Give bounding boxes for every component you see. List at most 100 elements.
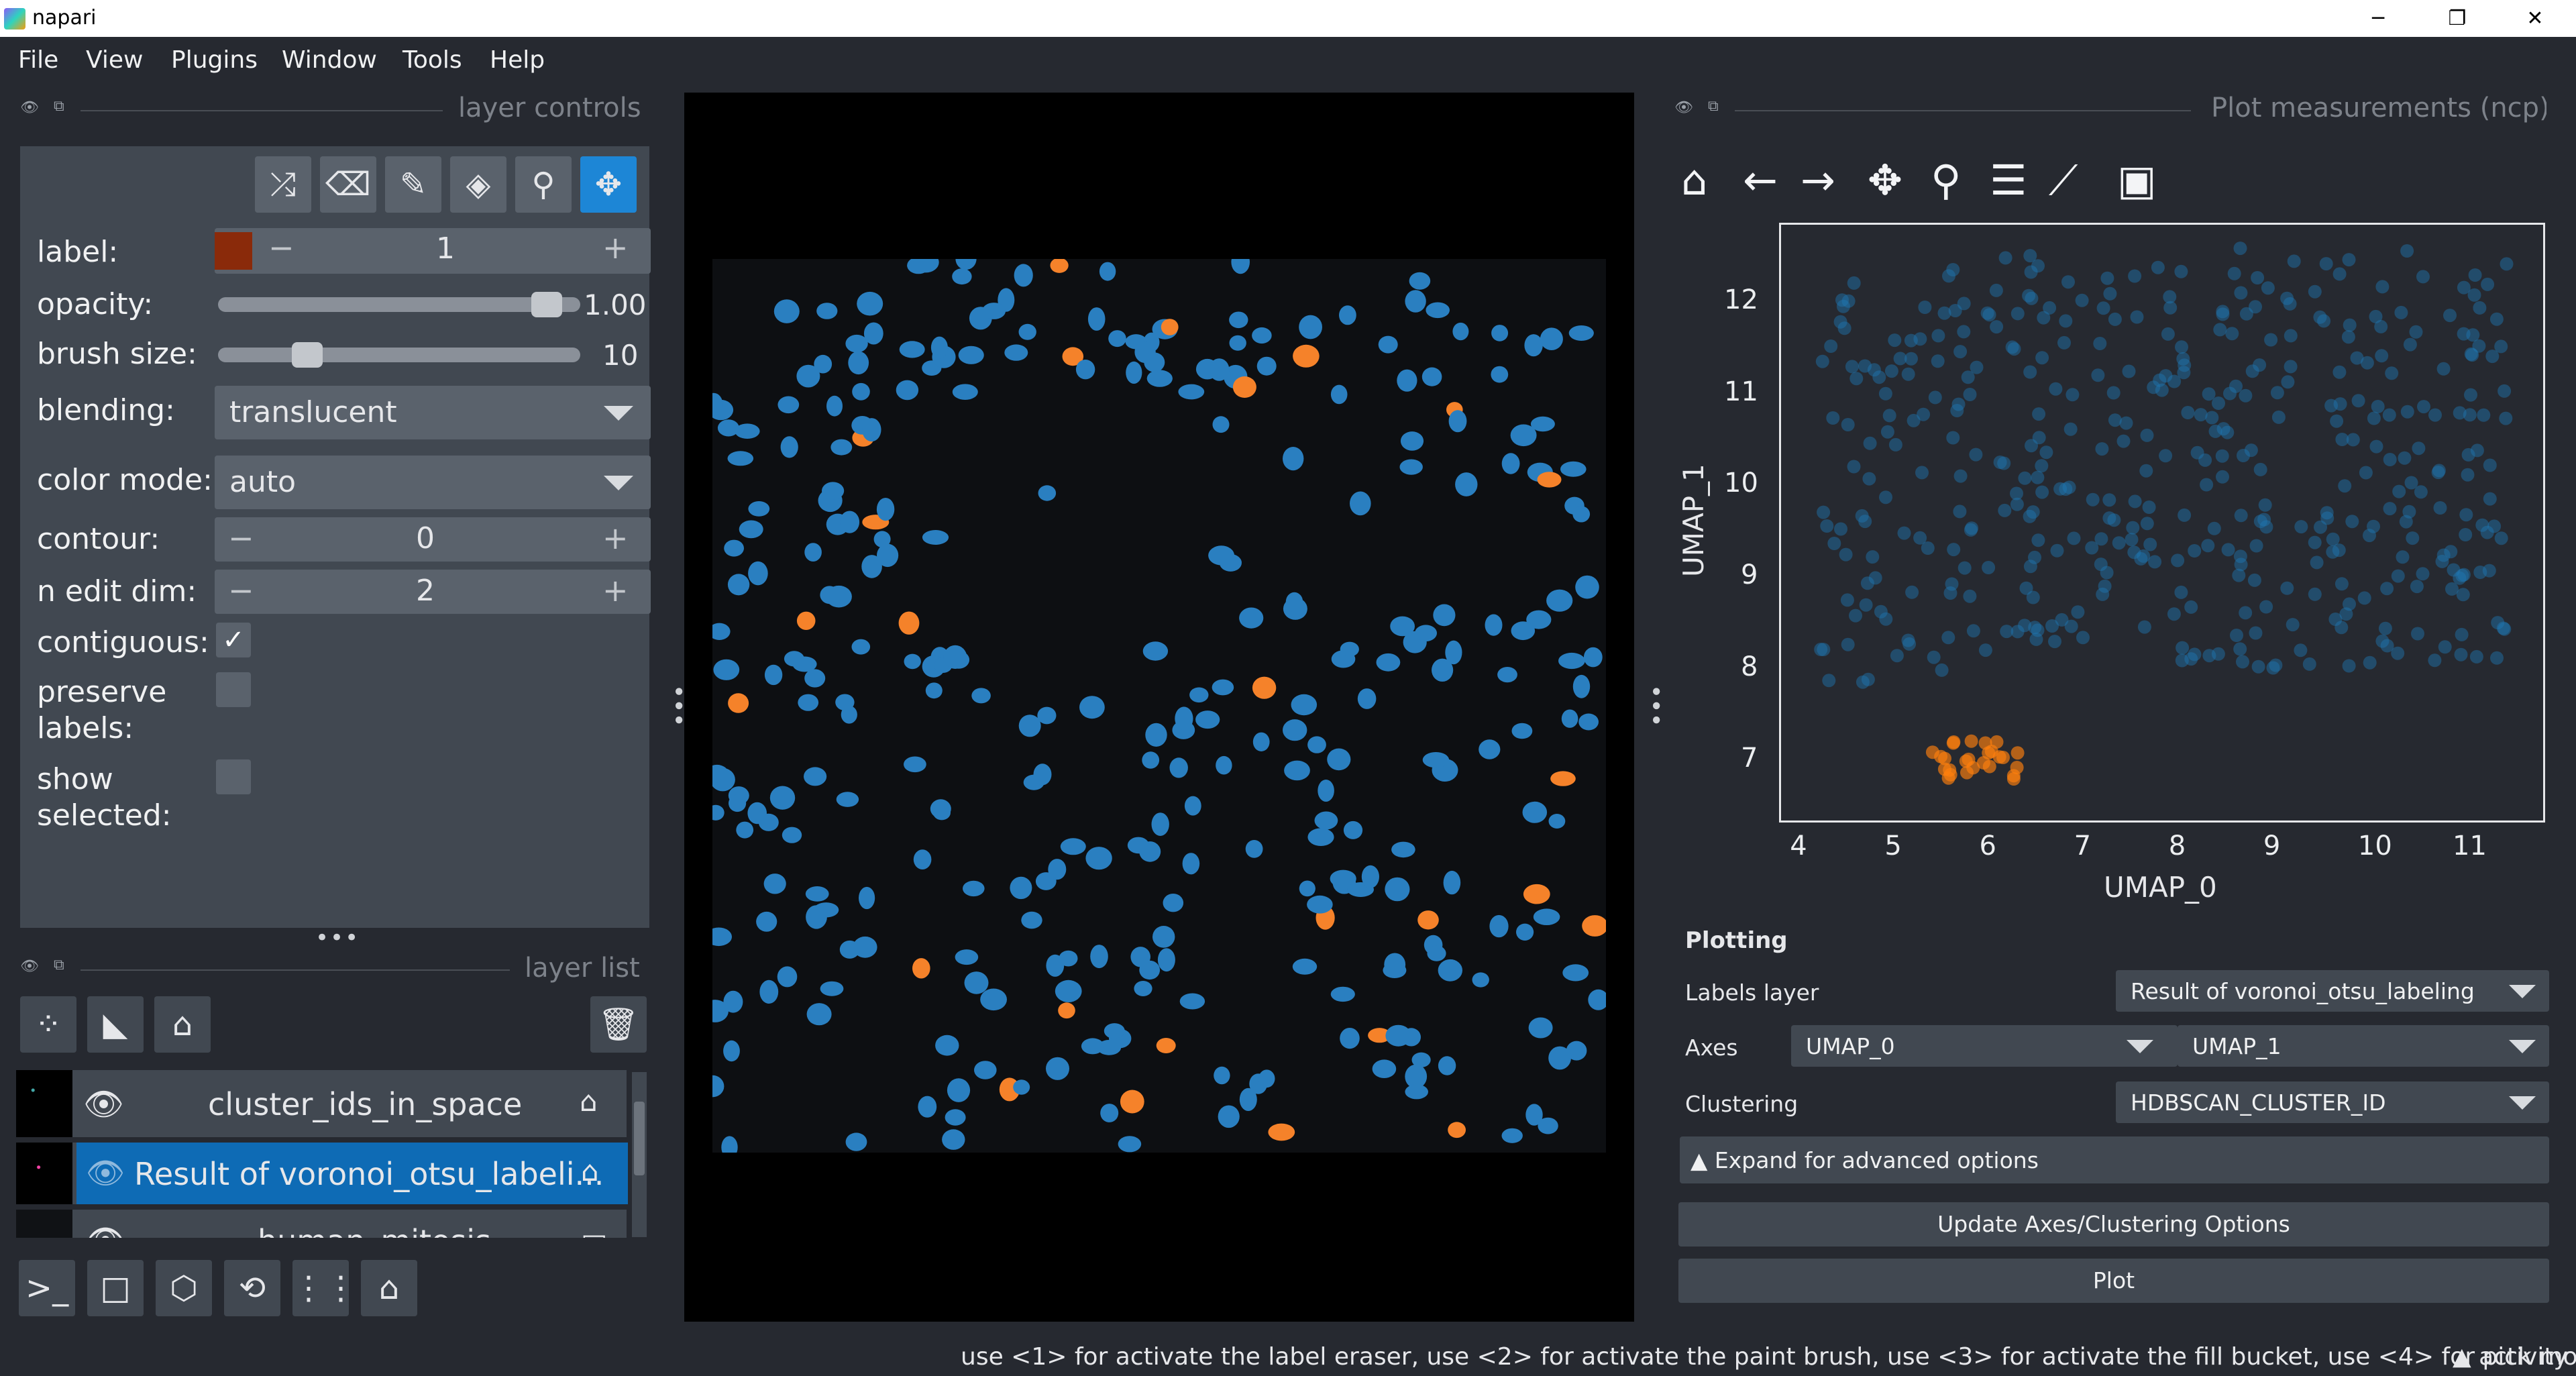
float-panel-icon[interactable]: 👁 (20, 958, 39, 975)
save-icon[interactable]: ▣ (2117, 156, 2157, 205)
layer-row-voronoi[interactable]: 👁 Result of voronoi_otsu_labeli... ⌂ (16, 1143, 628, 1204)
nucleus (748, 501, 770, 517)
panel-divider (80, 969, 510, 971)
undock-panel-icon[interactable]: ⧉ (54, 98, 64, 115)
scatter-point (2130, 310, 2144, 324)
new-points-layer-icon[interactable]: ⁘ (20, 996, 76, 1053)
grid-icon[interactable]: ⋮⋮ (292, 1260, 357, 1316)
new-labels-layer-icon[interactable]: ⌂ (154, 996, 211, 1053)
home-icon[interactable]: ⌂ (361, 1260, 417, 1316)
plot-button[interactable]: Plot (1678, 1259, 2549, 1303)
nucleus (796, 364, 820, 388)
n-edit-dim-decrement-button[interactable]: − (228, 572, 254, 608)
label-value[interactable]: 1 (436, 231, 455, 266)
scrollbar-thumb[interactable] (634, 1102, 645, 1175)
undock-panel-icon[interactable]: ⧉ (54, 957, 64, 973)
float-panel-icon[interactable]: 👁 (1674, 99, 1693, 116)
undock-panel-icon[interactable]: ⧉ (1708, 98, 1719, 115)
n-edit-dim-increment-button[interactable]: + (602, 572, 629, 608)
color-picker-icon[interactable]: ⚲ (515, 156, 572, 213)
scatter-point (1880, 425, 1894, 439)
contiguous-checkbox[interactable]: ✓ (216, 623, 251, 657)
preserve-labels-checkbox[interactable] (216, 672, 251, 707)
image-view[interactable] (701, 248, 1609, 1159)
back-arrow-icon[interactable]: ← (1743, 156, 1778, 205)
opacity-slider-track[interactable] (218, 297, 580, 312)
brush-size-slider-thumb[interactable] (292, 342, 323, 368)
label-increment-button[interactable]: + (602, 229, 629, 266)
nucleus (952, 384, 978, 400)
opacity-slider-thumb[interactable] (531, 292, 562, 317)
scatter-point (2302, 657, 2316, 671)
scatter-point (1822, 674, 1836, 688)
contour-increment-button[interactable]: + (602, 520, 629, 556)
fill-bucket-icon[interactable]: ◈ (450, 156, 506, 213)
color-mode-dropdown[interactable]: auto (215, 456, 651, 509)
napari-logo-icon (4, 8, 25, 30)
axes-edit-icon[interactable]: ⟋ (2049, 156, 2078, 205)
forward-arrow-icon[interactable]: → (1801, 156, 1835, 205)
brush-size-slider-track[interactable] (218, 348, 580, 362)
layer-row-human-mitosis[interactable]: 👁 human_mitosis ▭ (16, 1210, 627, 1238)
pan-zoom-icon[interactable]: ✥ (580, 156, 637, 213)
labels-layer-dropdown[interactable]: Result of voronoi_otsu_labeling (2116, 970, 2549, 1012)
nucleus (1195, 358, 1219, 380)
labels-layer-value: Result of voronoi_otsu_labeling (2131, 978, 2475, 1004)
layer-name[interactable]: Result of voronoi_otsu_labeli... (134, 1156, 604, 1192)
update-axes-clustering-button[interactable]: Update Axes/Clustering Options (1678, 1202, 2549, 1247)
delete-layer-icon[interactable]: 🗑 (590, 996, 647, 1053)
panel-resize-handle[interactable]: ••• (315, 924, 360, 951)
ndisplay-icon[interactable]: □ (87, 1260, 144, 1316)
paint-brush-icon[interactable]: ✎ (385, 156, 441, 213)
menu-help[interactable]: Help (490, 46, 545, 74)
expand-advanced-options-button[interactable]: ▲ Expand for advanced options (1680, 1136, 2549, 1183)
menu-view[interactable]: View (86, 46, 143, 74)
layer-name[interactable]: cluster_ids_in_space (208, 1086, 522, 1122)
visibility-eye-icon[interactable]: 👁 (83, 1085, 124, 1123)
subplots-icon[interactable]: ☰ (1990, 156, 2027, 205)
axes-y-dropdown[interactable]: UMAP_1 (2178, 1025, 2549, 1067)
minimize-button[interactable]: ─ (2348, 3, 2408, 35)
layer-name[interactable]: human_mitosis (258, 1223, 491, 1238)
3d-cube-icon[interactable]: ⬡ (156, 1260, 212, 1316)
console-icon[interactable]: >_ (19, 1260, 75, 1316)
activity-button[interactable]: ▲ activity (2453, 1343, 2568, 1371)
roll-icon[interactable]: ⟲ (224, 1260, 280, 1316)
contour-value[interactable]: 0 (416, 521, 435, 555)
label-decrement-button[interactable]: − (268, 229, 294, 266)
new-shapes-layer-icon[interactable]: ◣ (87, 996, 144, 1053)
splitter-handle[interactable]: ••• (1642, 684, 1669, 727)
maximize-button[interactable]: ❐ (2427, 3, 2487, 35)
scatter-point (1845, 360, 1859, 374)
visibility-eye-icon[interactable]: 👁 (86, 1222, 125, 1238)
show-selected-checkbox[interactable] (216, 759, 251, 794)
menu-window[interactable]: Window (282, 46, 377, 74)
home-icon[interactable]: ⌂ (1681, 156, 1707, 205)
eraser-icon[interactable]: ⌫ (320, 156, 376, 213)
n-edit-dim-value[interactable]: 2 (416, 574, 435, 608)
menu-plugins[interactable]: Plugins (171, 46, 258, 74)
scatter-point (2399, 515, 2413, 529)
pan-icon[interactable]: ✥ (1868, 156, 1902, 205)
visibility-eye-icon[interactable]: 👁 (86, 1155, 125, 1192)
scatter-point (2249, 300, 2262, 314)
scatter-plot-area[interactable] (1779, 223, 2545, 823)
layer-list-scrollbar[interactable] (632, 1072, 647, 1237)
n-edit-dim-stepper[interactable]: − 2 + (215, 570, 651, 614)
float-panel-icon[interactable]: 👁 (20, 99, 39, 116)
shuffle-colors-icon[interactable]: ⤮ (255, 156, 311, 213)
blending-dropdown[interactable]: translucent (215, 386, 651, 439)
menu-file[interactable]: File (18, 46, 58, 74)
scatter-point (2059, 482, 2073, 496)
close-button[interactable]: ✕ (2505, 3, 2565, 35)
scatter-point (1966, 761, 1980, 775)
layer-row-cluster-ids[interactable]: 👁 cluster_ids_in_space ⌂ (16, 1070, 627, 1137)
axes-x-dropdown[interactable]: UMAP_0 (1791, 1025, 2178, 1067)
clustering-dropdown[interactable]: HDBSCAN_CLUSTER_ID (2116, 1081, 2549, 1123)
contour-stepper[interactable]: − 0 + (215, 517, 651, 562)
contour-decrement-button[interactable]: − (228, 520, 254, 556)
scatter-point (2259, 600, 2273, 614)
scatter-point (2416, 567, 2430, 581)
menu-tools[interactable]: Tools (402, 46, 462, 74)
zoom-icon[interactable]: ⚲ (1931, 156, 1961, 205)
